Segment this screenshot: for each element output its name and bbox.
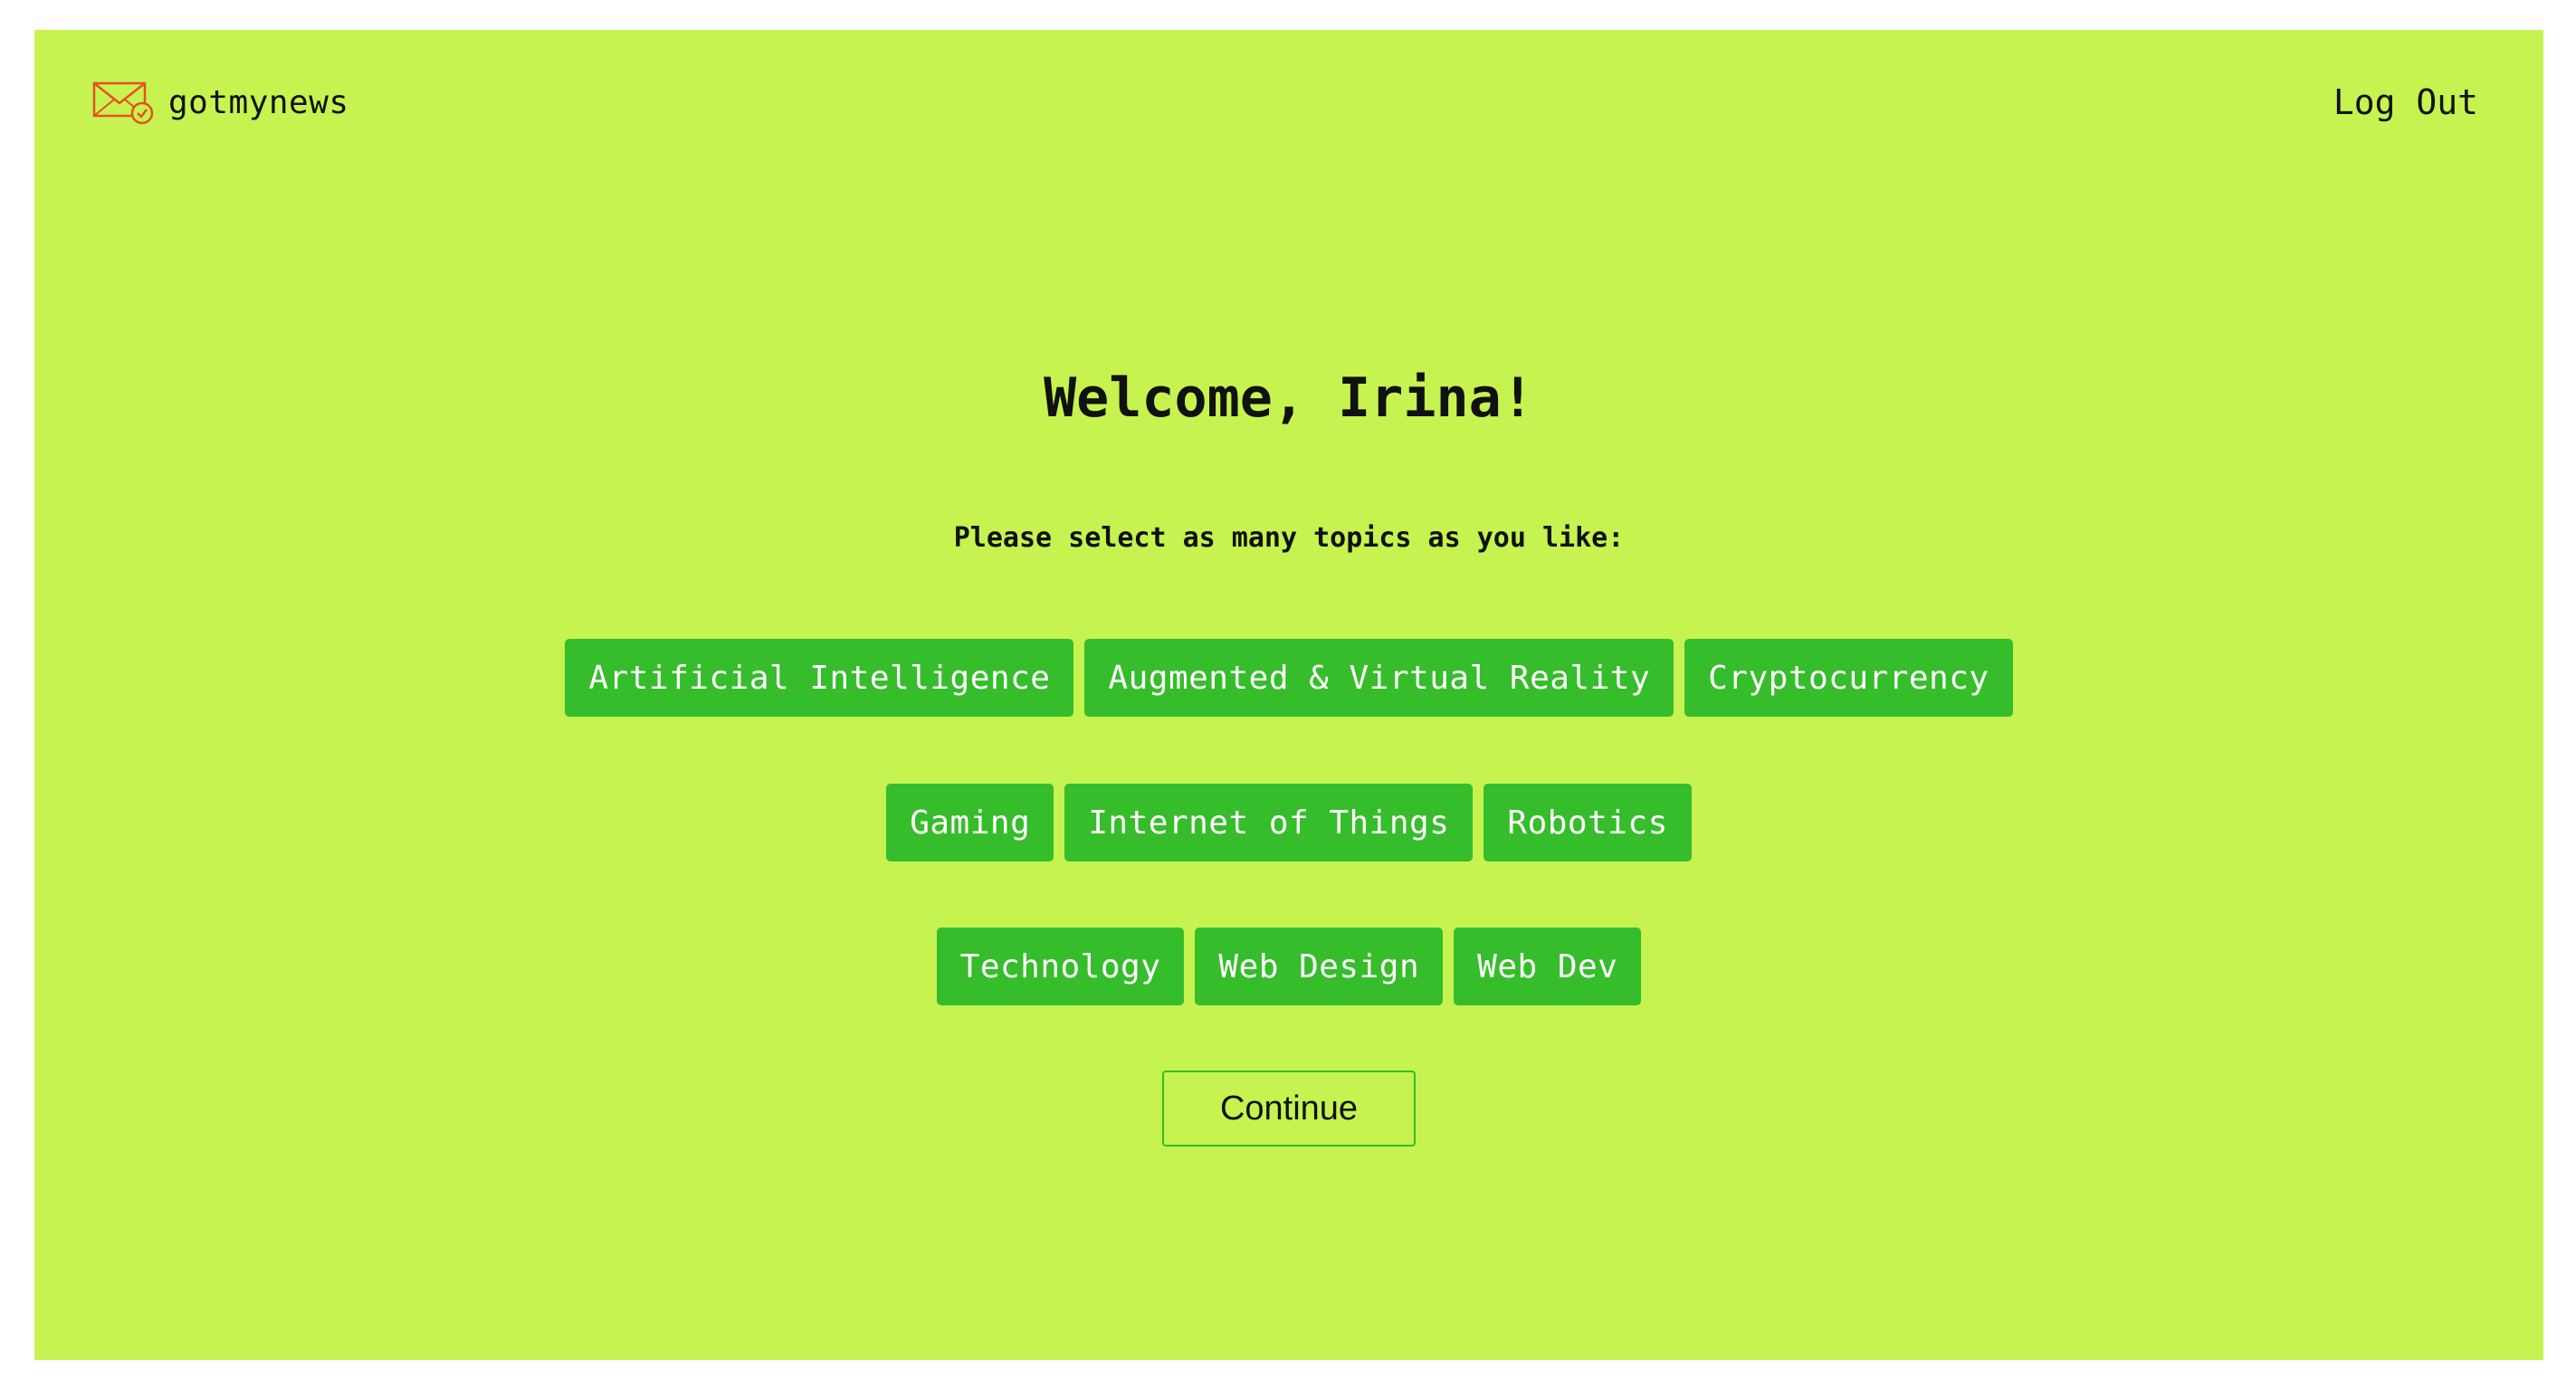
topic-gaming-button[interactable]: Gaming bbox=[886, 784, 1054, 861]
logout-link[interactable]: Log Out bbox=[2333, 82, 2478, 122]
header: gotmynews Log Out bbox=[92, 66, 2478, 138]
topic-row: Gaming Internet of Things Robotics bbox=[34, 784, 2543, 861]
topic-augmented-virtual-reality-button[interactable]: Augmented & Virtual Reality bbox=[1084, 639, 1674, 717]
topic-cryptocurrency-button[interactable]: Cryptocurrency bbox=[1684, 639, 2013, 717]
topic-artificial-intelligence-button[interactable]: Artificial Intelligence bbox=[565, 639, 1074, 717]
page: gotmynews Log Out Welcome, Irina! Please… bbox=[34, 30, 2543, 1360]
topic-web-dev-button[interactable]: Web Dev bbox=[1454, 928, 1642, 1005]
continue-wrap: Continue bbox=[34, 1071, 2543, 1147]
brand[interactable]: gotmynews bbox=[92, 80, 349, 125]
brand-name: gotmynews bbox=[168, 83, 349, 121]
topic-internet-of-things-button[interactable]: Internet of Things bbox=[1064, 784, 1474, 861]
topic-web-design-button[interactable]: Web Design bbox=[1195, 928, 1444, 1005]
topic-robotics-button[interactable]: Robotics bbox=[1484, 784, 1692, 861]
topic-instructions: Please select as many topics as you like… bbox=[953, 522, 1625, 554]
topic-row: Technology Web Design Web Dev bbox=[34, 928, 2543, 1005]
topic-technology-button[interactable]: Technology bbox=[936, 928, 1185, 1005]
envelope-check-icon bbox=[92, 80, 154, 125]
welcome-heading: Welcome, Irina! bbox=[1044, 366, 1534, 430]
topic-row: Artificial Intelligence Augmented & Virt… bbox=[34, 639, 2543, 717]
continue-button[interactable]: Continue bbox=[1162, 1071, 1416, 1147]
